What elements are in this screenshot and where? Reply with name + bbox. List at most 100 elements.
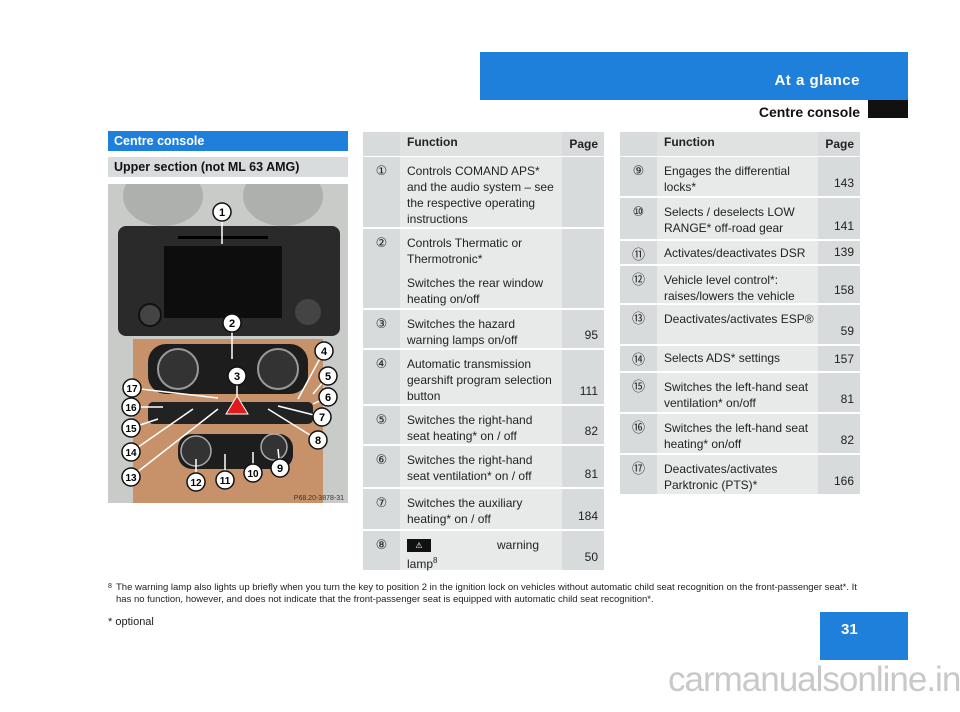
function-text: Switches the hazard warning lamps on/off xyxy=(407,317,518,347)
page-ref: 158 xyxy=(818,266,860,303)
function-cell: Switches the left-hand seat heating* on/… xyxy=(657,414,818,453)
table-row: ⑰ Deactivates/activates Parktronic (PTS)*… xyxy=(620,455,860,496)
function-cell: Selects ADS* settings xyxy=(657,346,818,371)
row-number: ⑨ xyxy=(620,157,657,196)
header-function: Function xyxy=(400,132,562,156)
function-cell: Selects / deselects LOW RANGE* off-road … xyxy=(657,198,818,239)
table-row: ⑨ Engages the differential locks* 143 xyxy=(620,157,860,198)
function-cell: Activates/deactivates DSR xyxy=(657,241,818,264)
function-text: Automatic transmission gearshift program… xyxy=(407,357,552,403)
row-number: ⑪ xyxy=(620,241,657,264)
function-cell: Engages the differential locks* xyxy=(657,157,818,196)
table-row: ②Controls Thermatic or Thermotronic*171 S… xyxy=(363,229,604,310)
page-ref: 143 xyxy=(818,157,860,196)
section-header-bar: At a glance xyxy=(480,52,908,100)
page-ref: 50 xyxy=(562,531,604,570)
function-text: Switches the right-hand seat ventilation… xyxy=(407,453,533,483)
callout-label: 11 xyxy=(220,476,231,487)
row-number: ⑯ xyxy=(620,414,657,453)
footnote-ref: 8 xyxy=(433,556,438,565)
footnote: 8 The warning lamp also lights up briefl… xyxy=(108,582,868,606)
photo-code: P68.20-3878-31 xyxy=(294,495,344,502)
function-cell: Controls Thermatic or Thermotronic*171 Sw… xyxy=(400,229,598,308)
callout-label: 8 xyxy=(315,435,321,447)
table-row: ③ Switches the hazard warning lamps on/of… xyxy=(363,310,604,350)
row-number: ① xyxy=(363,157,400,227)
callout-label: 14 xyxy=(125,448,137,459)
row-number: ⑬ xyxy=(620,305,657,344)
row-number: ⑤ xyxy=(363,406,400,444)
callout-label: 10 xyxy=(247,469,259,480)
table-row: ⑭ Selects ADS* settings 157 xyxy=(620,346,860,373)
function-text: Controls Thermatic or Thermotronic* xyxy=(407,236,523,266)
callout-label: 13 xyxy=(125,473,137,484)
table-row: ⑤ Switches the right-hand seat heating* o… xyxy=(363,406,604,446)
callout-label: 4 xyxy=(321,346,328,358)
table-row: ⑮ Switches the left-hand seat ventilation… xyxy=(620,373,860,414)
table-row: ① Controls COMAND APS* and the audio syst… xyxy=(363,157,604,229)
footnote-text: The warning lamp also lights up briefly … xyxy=(116,582,857,605)
row-number: ④ xyxy=(363,350,400,404)
table-row: ⑧ ⚠ warning lamp8 50 xyxy=(363,531,604,572)
function-cell: Switches the auxiliary heating* on / off xyxy=(400,489,562,529)
page-ref: 111 xyxy=(562,350,604,404)
page-ref: 81 xyxy=(562,446,604,487)
function-cell: Switches the right-hand seat ventilation… xyxy=(400,446,562,487)
row-number: ⑦ xyxy=(363,489,400,529)
watermark: carmanualsonline.info xyxy=(668,660,960,699)
page-ref: 82 xyxy=(818,414,860,453)
footnote-mark: 8 xyxy=(108,583,112,590)
table-header-row: Function Page xyxy=(620,132,860,158)
header-num-cell xyxy=(363,132,400,156)
row-number: ⑭ xyxy=(620,346,657,371)
function-cell: Automatic transmission gearshift program… xyxy=(400,350,562,404)
function-table-2: Function Page ⑨ Engages the differential lo… xyxy=(620,132,860,496)
callout-label: 2 xyxy=(229,318,235,330)
callout-label: 6 xyxy=(325,392,331,404)
page-ref: 139 xyxy=(818,241,860,264)
row-number: ⑥ xyxy=(363,446,400,487)
function-text: Switches the right-hand seat heating* on… xyxy=(407,413,533,443)
subsection-heading: Upper section (not ML 63 AMG) xyxy=(108,157,348,177)
function-cell: Switches the right-hand seat heating* on… xyxy=(400,406,562,444)
table-row: ⑬ Deactivates/activates ESP® 59 xyxy=(620,305,860,346)
callout-label: 5 xyxy=(325,371,331,383)
table-row: ⑯ Switches the left-hand seat heating* on… xyxy=(620,414,860,455)
function-text: Switches the auxiliary heating* on / off xyxy=(407,496,523,526)
header-page: Page xyxy=(818,132,860,156)
function-cell: Deactivates/activates ESP® xyxy=(657,305,818,344)
table-row: ⑩ Selects / deselects LOW RANGE* off-road… xyxy=(620,198,860,241)
function-text: Switches the rear window heating on/off xyxy=(407,276,544,306)
function-cell: ⚠ warning lamp8 xyxy=(400,531,562,571)
header-marker xyxy=(868,100,908,118)
callout-label: 3 xyxy=(234,371,240,383)
page-ref: 141 xyxy=(818,198,860,239)
section-heading: Centre console xyxy=(108,131,348,151)
callout-label: 16 xyxy=(125,403,137,414)
table-row: ⑫ Vehicle level control*: raises/lowers t… xyxy=(620,266,860,305)
callout-label: 15 xyxy=(125,424,137,435)
header-function: Function xyxy=(657,132,818,156)
table-header-row: Function Page xyxy=(363,132,604,158)
row-number: ⑮ xyxy=(620,373,657,412)
table-row: ⑥ Switches the right-hand seat ventilatio… xyxy=(363,446,604,489)
page-ref: 95 xyxy=(562,310,604,348)
function-cell: Switches the left-hand seat ventilation*… xyxy=(657,373,818,412)
page-ref: 166 xyxy=(818,455,860,494)
callout-label: 17 xyxy=(126,384,138,395)
callout-label: 9 xyxy=(277,463,283,475)
callout-label: 1 xyxy=(219,207,225,219)
page-number: 31 xyxy=(841,621,858,638)
page-number-box: 31 xyxy=(820,612,908,660)
page-ref: 157 xyxy=(818,346,860,371)
row-number: ⑫ xyxy=(620,266,657,303)
function-cell: Controls COMAND APS* and the audio syste… xyxy=(400,157,562,227)
function-cell: Switches the hazard warning lamps on/off xyxy=(400,310,562,348)
function-text: Controls COMAND APS* and the audio syste… xyxy=(407,164,554,226)
function-entry: Switches the rear window heating on/off1… xyxy=(407,275,598,307)
row-number: ⑩ xyxy=(620,198,657,239)
function-cell: Vehicle level control*: raises/lowers th… xyxy=(657,266,818,303)
callout-label: 7 xyxy=(319,412,325,424)
header-page: Page xyxy=(562,132,604,156)
function-table-1: Function Page ① Controls COMAND APS* and th… xyxy=(363,132,604,572)
